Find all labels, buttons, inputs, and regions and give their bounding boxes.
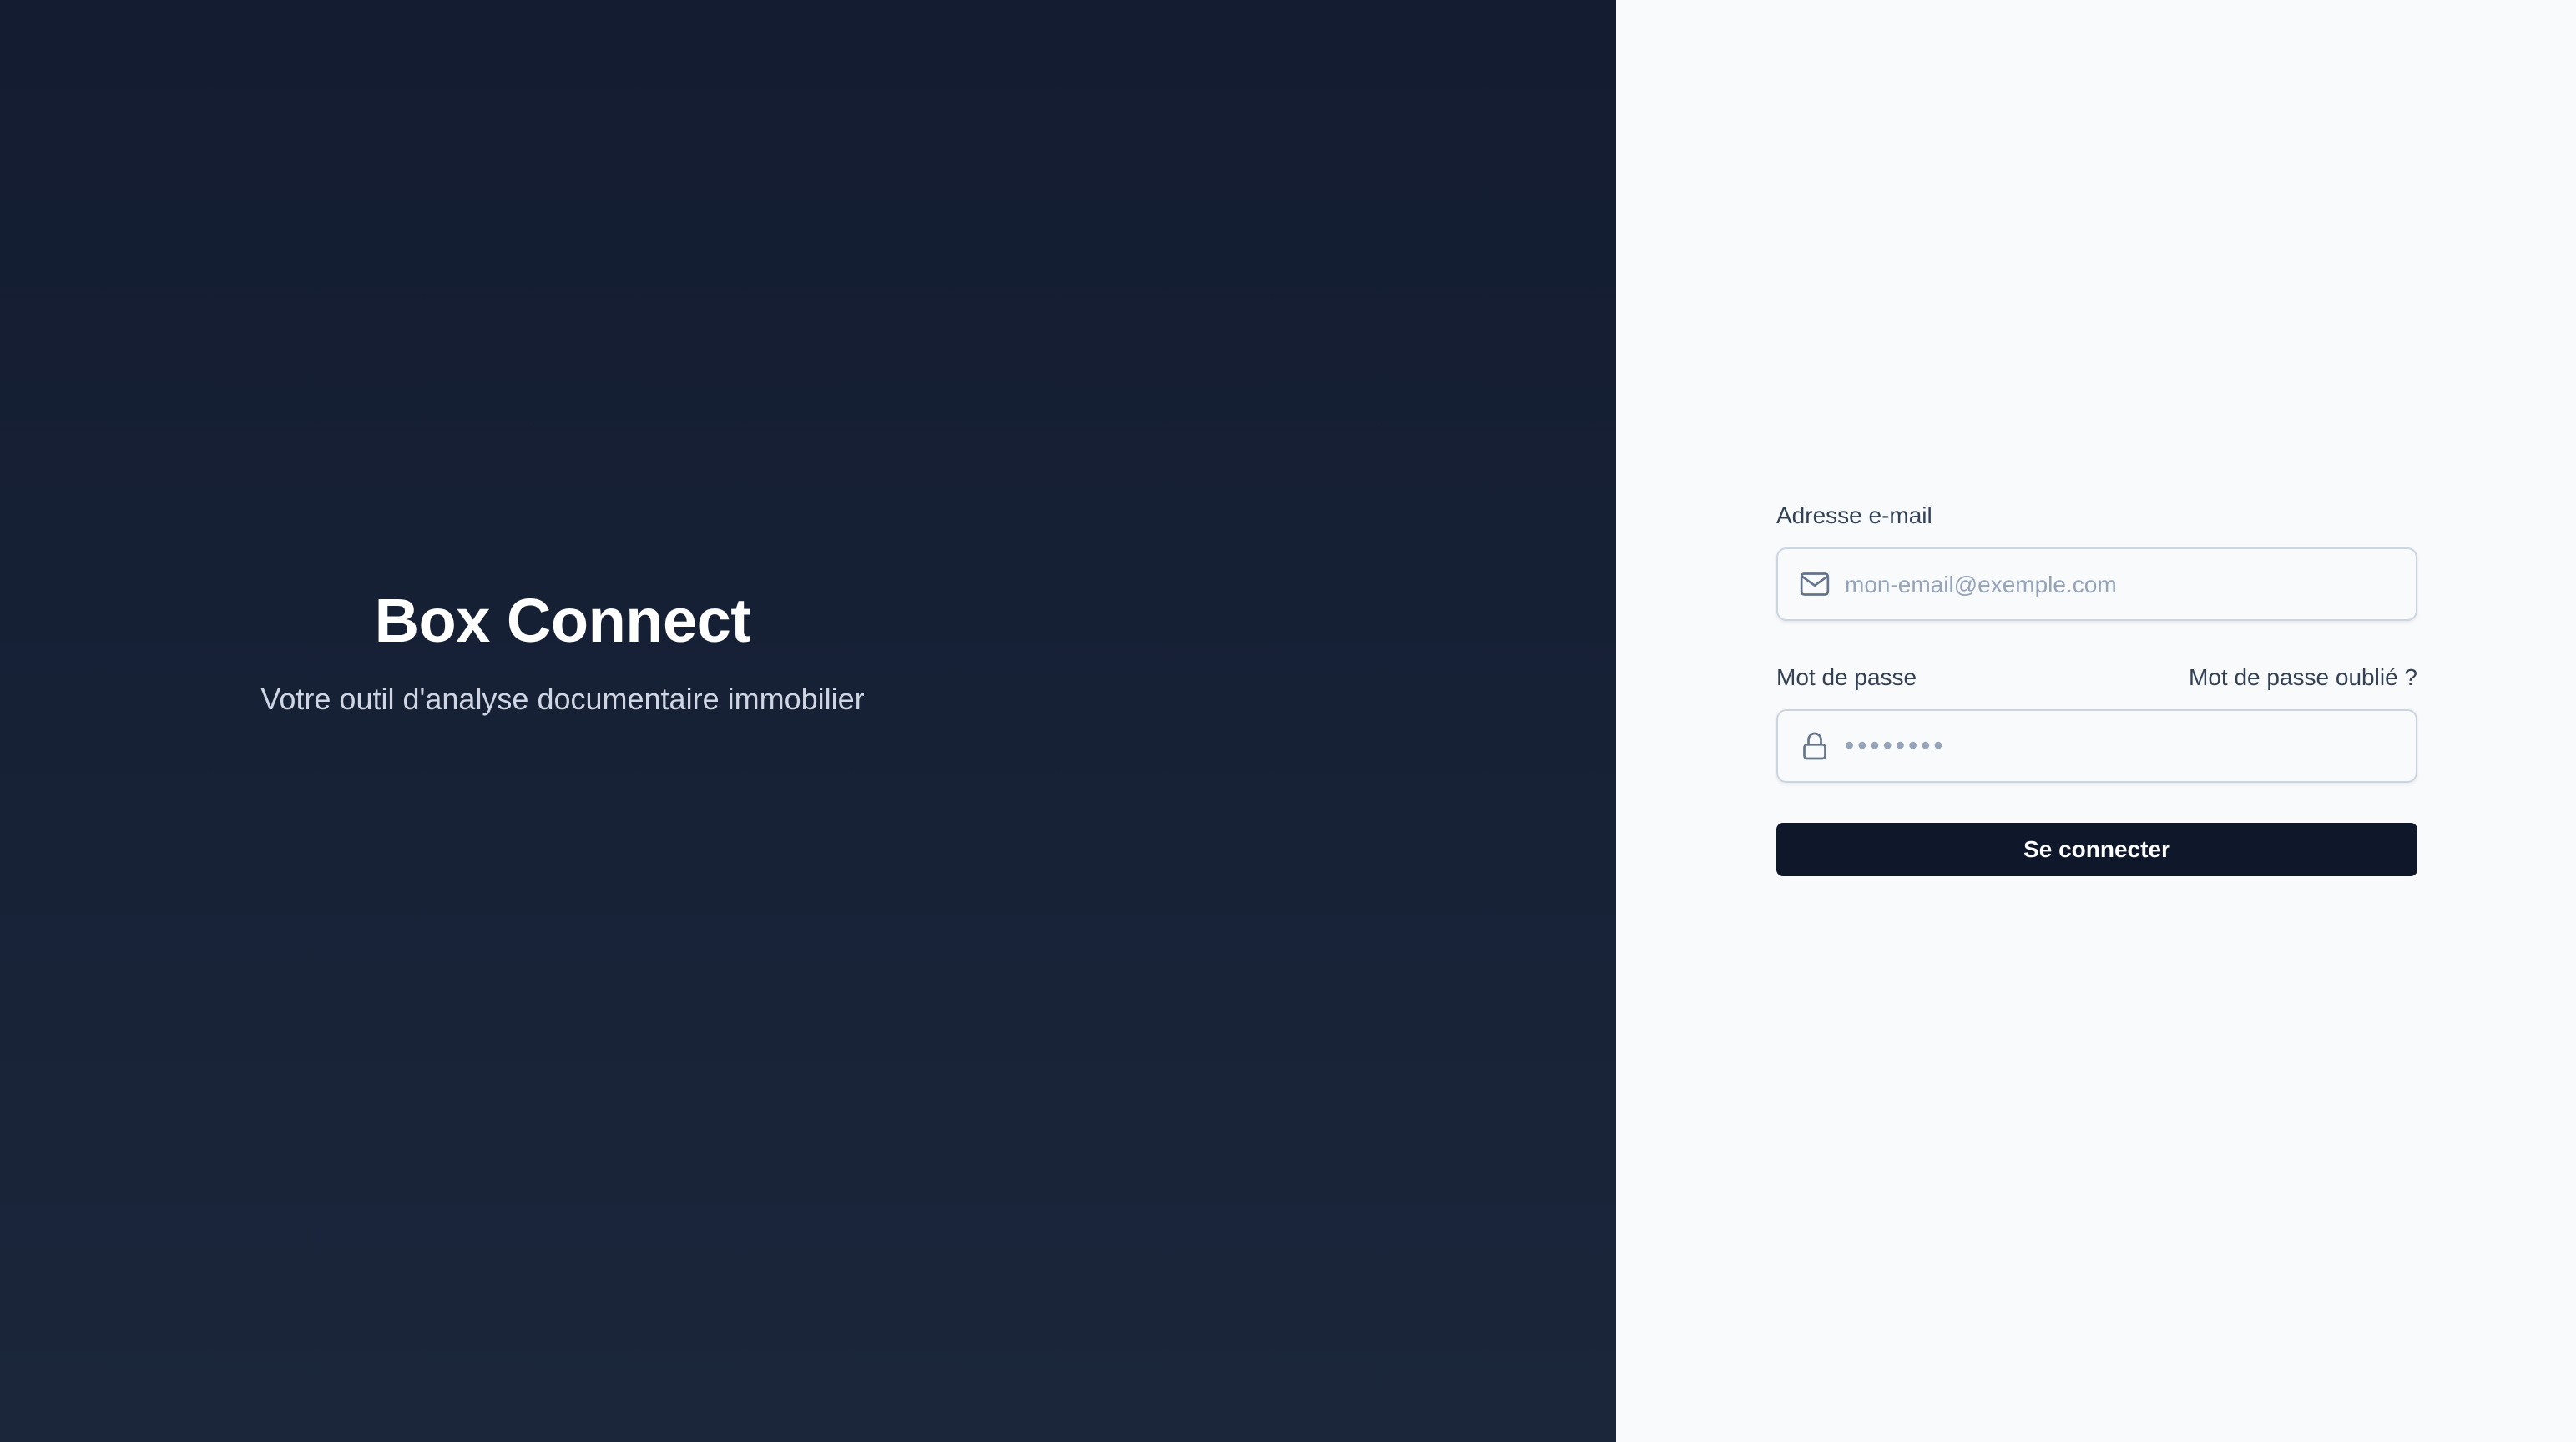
forgot-password-link[interactable]: Mot de passe oublié ? — [2189, 663, 2417, 693]
email-input[interactable] — [1843, 549, 2397, 621]
login-form: Adresse e-mail Mot de passe Mot de passe… — [1776, 501, 2417, 876]
hero-panel: Box Connect Votre outil d'analyse docume… — [0, 0, 1616, 1442]
app-tagline: Votre outil d'analyse documentaire immob… — [260, 682, 865, 716]
app-title: Box Connect — [374, 586, 751, 655]
lock-icon — [1803, 732, 1826, 760]
password-label: Mot de passe — [1776, 664, 1917, 690]
email-label: Adresse e-mail — [1776, 502, 1932, 528]
login-panel: Adresse e-mail Mot de passe Mot de passe… — [1616, 0, 2576, 1442]
password-input[interactable] — [1843, 711, 2397, 783]
password-label-row: Mot de passe Mot de passe oublié ? — [1776, 663, 2417, 693]
sign-in-button[interactable]: Se connecter — [1776, 823, 2417, 876]
login-page: Box Connect Votre outil d'analyse docume… — [0, 0, 2576, 1442]
hero-content: Box Connect Votre outil d'analyse docume… — [0, 584, 1125, 719]
email-input-wrapper[interactable] — [1776, 547, 2417, 621]
email-field-group: Adresse e-mail — [1776, 501, 2417, 621]
password-field-group: Mot de passe Mot de passe oublié ? — [1776, 663, 2417, 783]
password-input-wrapper[interactable] — [1776, 709, 2417, 783]
mail-icon — [1800, 572, 1830, 596]
